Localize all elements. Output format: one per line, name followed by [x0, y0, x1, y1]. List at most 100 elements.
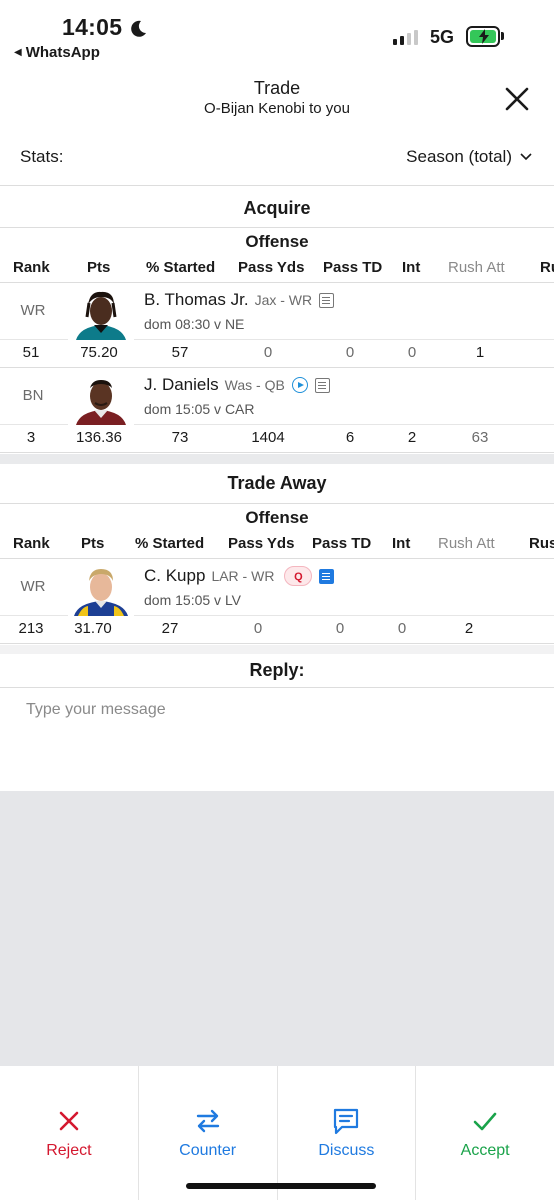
stat-started: 73	[171, 429, 189, 446]
col-started[interactable]: % Started	[146, 259, 215, 276]
col-rank[interactable]: Rank	[13, 535, 50, 552]
player-row[interactable]: WR B. Thomas Jr. Jax - WR dom 08:30 v NE	[0, 284, 554, 340]
stat-started: 27	[161, 620, 179, 637]
section-divider	[0, 454, 554, 464]
player-stat-row: 51 75.20 57 0 0 0 1	[0, 340, 554, 368]
discuss-label: Discuss	[318, 1142, 375, 1159]
counter-label: Counter	[179, 1142, 237, 1159]
stat-pass-yds: 1404	[251, 429, 285, 446]
stat-rank: 51	[22, 344, 40, 361]
player-headshot	[68, 287, 134, 340]
chevron-down-icon	[520, 153, 532, 161]
player-name[interactable]: J. Daniels Was - QB	[144, 375, 330, 395]
player-row[interactable]: WR C. Kupp LAR - WR Q dom 15:05 v LV	[0, 560, 554, 616]
stat-started: 57	[171, 344, 189, 361]
acquire-column-header: Rank Pts % Started Pass Yds Pass TD Int …	[0, 255, 554, 283]
moon-icon	[131, 20, 146, 37]
acquire-group-title: Offense	[245, 232, 309, 251]
stat-rush-att: 2	[464, 620, 474, 637]
col-rush-att[interactable]: Rush Att	[438, 535, 495, 552]
back-triangle-icon: ◀	[14, 47, 22, 58]
back-to-app-link[interactable]: ◀ WhatsApp	[14, 44, 100, 61]
stat-int: 2	[407, 429, 417, 446]
stats-label: Stats:	[20, 147, 64, 166]
acquire-section-title: Acquire	[0, 188, 554, 228]
player-game-info: dom 15:05 v CAR	[144, 401, 255, 417]
player-name-text: J. Daniels	[144, 375, 219, 394]
stat-int: 0	[407, 344, 417, 361]
col-started[interactable]: % Started	[135, 535, 204, 552]
col-rush-more[interactable]: Rus	[529, 535, 554, 552]
page-subtitle: O-Bijan Kenobi to you	[204, 100, 350, 117]
discuss-button[interactable]: Discuss	[278, 1066, 417, 1200]
stat-pass-td: 0	[335, 620, 345, 637]
stats-period-select[interactable]: Season (total)	[406, 147, 532, 167]
trade-away-column-header: Rank Pts % Started Pass Yds Pass TD Int …	[0, 531, 554, 559]
stat-pass-td: 0	[345, 344, 355, 361]
reject-label: Reject	[46, 1142, 92, 1159]
col-pass-yds[interactable]: Pass Yds	[238, 259, 304, 276]
player-team: LAR - WR	[211, 568, 275, 584]
player-name[interactable]: B. Thomas Jr. Jax - WR	[144, 290, 335, 310]
page-title: Trade	[253, 78, 301, 98]
back-app-label: WhatsApp	[25, 44, 100, 61]
player-headshot	[68, 563, 134, 616]
player-position: WR	[20, 302, 46, 319]
battery-icon	[466, 26, 500, 47]
accept-button[interactable]: Accept	[416, 1066, 554, 1200]
battery-tip	[501, 32, 504, 40]
col-rush-more[interactable]: Ru	[540, 259, 554, 276]
stat-rush-att: 1	[475, 344, 485, 361]
notes-icon[interactable]	[319, 292, 335, 308]
col-rank[interactable]: Rank	[13, 259, 50, 276]
trade-away-group-title: Offense	[245, 508, 309, 527]
player-name-text: B. Thomas Jr.	[144, 290, 249, 309]
questionable-status-badge[interactable]: Q	[284, 566, 313, 586]
stat-int: 0	[397, 620, 407, 637]
x-icon	[59, 1111, 79, 1131]
player-game-info: dom 15:05 v LV	[144, 592, 242, 608]
close-icon[interactable]	[502, 84, 532, 114]
news-icon[interactable]	[319, 568, 335, 584]
play-video-icon[interactable]	[291, 377, 308, 393]
reply-label: Reply:	[0, 654, 554, 688]
col-rush-att[interactable]: Rush Att	[448, 259, 505, 276]
clock: 14:05	[62, 14, 123, 40]
reject-button[interactable]: Reject	[0, 1066, 139, 1200]
player-position: WR	[20, 578, 46, 595]
player-row[interactable]: BN J. Daniels Was - QB dom 15:05 v CAR	[0, 369, 554, 425]
player-team: Was - QB	[224, 377, 285, 393]
player-headshot	[68, 372, 134, 425]
stat-pts: 136.36	[76, 429, 122, 446]
col-pts[interactable]: Pts	[87, 259, 110, 276]
stats-filter-row: Stats: Season (total)	[0, 138, 554, 186]
stat-rank: 213	[18, 620, 44, 637]
player-stat-row: 3 136.36 73 1404 6 2 63	[0, 425, 554, 453]
player-team: Jax - WR	[254, 292, 313, 308]
empty-background	[0, 791, 554, 1066]
home-indicator[interactable]	[186, 1183, 376, 1189]
player-name[interactable]: C. Kupp LAR - WR Q	[144, 566, 335, 586]
trade-action-bar: Reject Counter Discuss Accept	[0, 1066, 554, 1200]
col-pass-yds[interactable]: Pass Yds	[228, 535, 294, 552]
col-int[interactable]: Int	[402, 259, 420, 276]
reply-message-input[interactable]	[0, 689, 554, 791]
stat-rush-att: 63	[471, 429, 489, 446]
trade-away-section-title: Trade Away	[0, 464, 554, 504]
trade-header: Trade O-Bijan Kenobi to you	[0, 74, 554, 134]
network-label: 5G	[430, 27, 455, 47]
player-name-text: C. Kupp	[144, 566, 206, 585]
stat-pass-yds: 0	[263, 344, 273, 361]
reply-label-text: Reply:	[249, 660, 305, 680]
chat-bubble-icon	[334, 1108, 359, 1135]
col-int[interactable]: Int	[392, 535, 410, 552]
counter-button[interactable]: Counter	[139, 1066, 278, 1200]
stat-rank: 3	[26, 429, 36, 446]
stat-pass-yds: 0	[253, 620, 263, 637]
player-stat-row: 213 31.70 27 0 0 0 2	[0, 616, 554, 644]
col-pass-td[interactable]: Pass TD	[312, 535, 371, 552]
col-pass-td[interactable]: Pass TD	[323, 259, 382, 276]
swap-arrows-icon	[196, 1109, 219, 1133]
col-pts[interactable]: Pts	[81, 535, 104, 552]
notes-icon[interactable]	[314, 377, 330, 393]
